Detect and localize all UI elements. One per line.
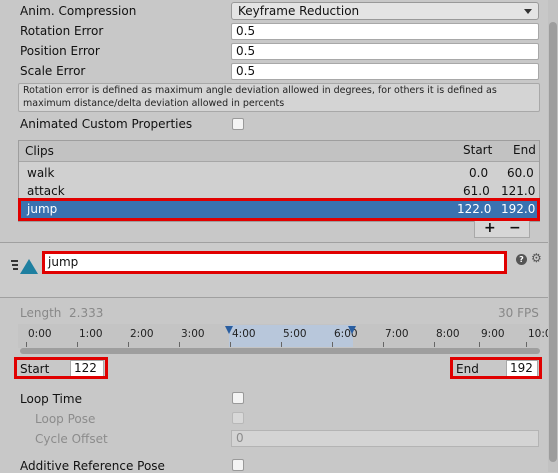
timeline-tick (179, 342, 180, 347)
rotation-error-label: Rotation Error (20, 24, 104, 38)
animated-custom-properties-checkbox[interactable] (232, 118, 244, 130)
clip-name: attack (27, 184, 65, 198)
cycle-offset-label: Cycle Offset (35, 432, 108, 446)
gear-icon[interactable]: ⚙ (531, 251, 542, 265)
clip-start: 61.0 (463, 184, 490, 198)
timeline-tick-label: 3:00 (181, 328, 205, 340)
loop-time-checkbox[interactable] (232, 392, 244, 404)
clips-col-end: End (513, 143, 536, 157)
clips-header: Clips Start End (19, 141, 539, 162)
clip-start: 0.0 (469, 166, 489, 180)
timeline-tick-label: 9:00 (481, 328, 505, 340)
section-divider (0, 297, 548, 298)
timeline-tick (281, 342, 282, 347)
timeline-tick-label: 5:00 (283, 328, 307, 340)
clip-end: 121.0 (501, 184, 536, 198)
rotation-error-field[interactable]: 0.5 (231, 23, 539, 40)
position-error-label: Position Error (20, 44, 100, 58)
position-error-field[interactable]: 0.5 (231, 43, 539, 60)
timeline-tick (479, 342, 480, 347)
clip-end: 60.0 (507, 166, 534, 180)
cycle-offset-field[interactable]: 0 (231, 430, 539, 447)
chevron-down-icon (524, 9, 532, 14)
scale-error-label: Scale Error (20, 64, 86, 78)
timeline-tick (383, 342, 384, 347)
length-value: 2.333 (69, 306, 104, 320)
loop-time-label: Loop Time (20, 392, 82, 406)
clips-col-start: Start (463, 143, 493, 157)
anim-compression-value: Keyframe Reduction (238, 4, 360, 18)
scale-error-field[interactable]: 0.5 (231, 63, 539, 80)
timeline-tick (128, 342, 129, 347)
timeline-tick-label: 8:00 (436, 328, 460, 340)
animation-clip-icon (11, 259, 38, 274)
timeline-start-marker[interactable] (225, 326, 233, 334)
start-highlight (14, 357, 108, 379)
anim-compression-dropdown[interactable]: Keyframe Reduction (231, 2, 539, 20)
timeline-tick (434, 342, 435, 347)
add-clip-button[interactable]: + (484, 220, 496, 236)
end-highlight (450, 357, 542, 379)
additive-reference-pose-label: Additive Reference Pose (20, 459, 165, 473)
clips-header-label: Clips (25, 144, 54, 158)
timeline-tick (526, 342, 527, 347)
error-info-line2: maximum distance/delta deviation allowed… (23, 97, 285, 109)
loop-pose-label: Loop Pose (35, 412, 96, 426)
timeline-tick-label: 2:00 (130, 328, 154, 340)
error-info-line1: Rotation error is defined as maximum ang… (23, 85, 497, 96)
clip-name-highlight (42, 251, 507, 274)
timeline-tick-label: 0:00 (28, 328, 52, 340)
length-label: Length (20, 306, 62, 320)
timeline-tick (332, 342, 333, 347)
remove-clip-button[interactable]: − (509, 220, 521, 236)
anim-compression-label: Anim. Compression (20, 4, 137, 18)
clip-name: walk (27, 166, 55, 180)
timeline-tick-label: 7:00 (385, 328, 409, 340)
clip-row-walk[interactable]: walk 0.0 60.0 (19, 164, 539, 182)
timeline-tick (230, 342, 231, 347)
help-icon[interactable]: ? (516, 254, 527, 265)
clip-buttons: + − (474, 220, 530, 238)
timeline-tick (77, 342, 78, 347)
error-info-box: Rotation error is defined as maximum ang… (18, 83, 540, 112)
timeline-scrollbar[interactable] (20, 348, 540, 354)
additive-reference-pose-checkbox[interactable] (232, 459, 244, 471)
loop-pose-checkbox[interactable] (232, 412, 244, 424)
timeline-tick (26, 342, 27, 347)
timeline-tick-label: 1:00 (79, 328, 103, 340)
inspector-scroll-thumb[interactable] (549, 22, 557, 462)
animated-custom-properties-label: Animated Custom Properties (20, 117, 193, 131)
fps-value: 30 FPS (498, 306, 539, 320)
timeline-tick-label: 4:00 (232, 328, 256, 340)
timeline-end-marker[interactable] (348, 326, 356, 334)
jump-row-highlight (18, 198, 540, 221)
